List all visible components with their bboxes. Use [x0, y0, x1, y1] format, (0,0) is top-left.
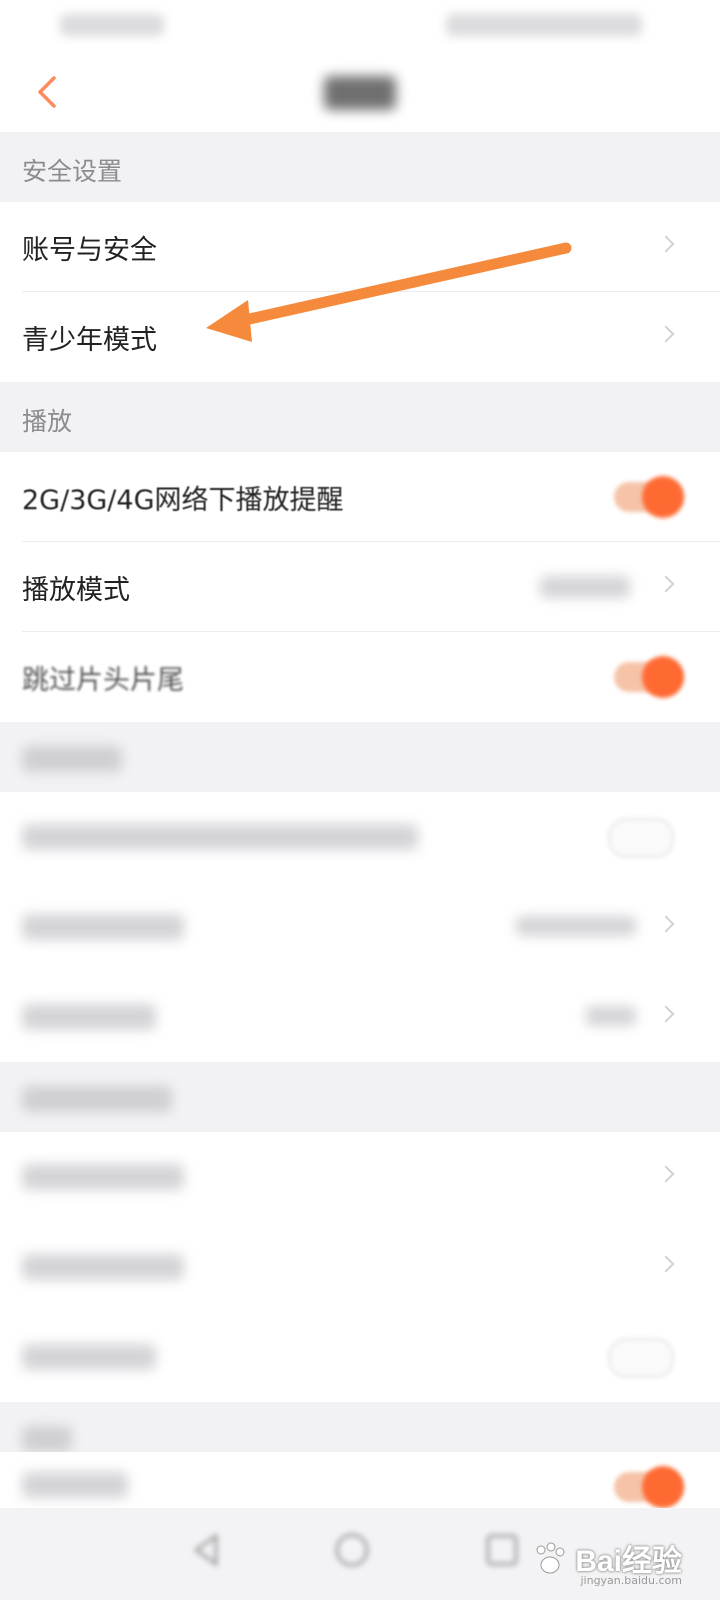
skip-intro-toggle[interactable] — [614, 656, 684, 698]
home-circle-icon[interactable] — [332, 1530, 372, 1570]
row-label: 2G/3G/4G网络下播放提醒 — [22, 485, 344, 516]
settings-row-skip-intro[interactable]: 跳过片头片尾 — [0, 632, 720, 722]
section-title-blur — [22, 746, 122, 772]
settings-row-blurred-3[interactable] — [0, 972, 720, 1062]
blurred-toggle-3[interactable] — [614, 1466, 684, 1508]
row-label-blur — [22, 1254, 184, 1280]
toggle-knob — [642, 476, 684, 518]
section-header-blurred-2 — [0, 1062, 720, 1132]
section-header-blurred-1 — [0, 722, 720, 792]
row-label: 青少年模式 — [22, 325, 157, 356]
system-nav-bar: Bai经验 jingyan.baidu.com — [0, 1508, 720, 1600]
chevron-right-icon — [657, 1005, 675, 1023]
section-title-blur — [22, 1426, 72, 1452]
watermark-url: jingyan.baidu.com — [580, 1574, 682, 1587]
row-value-blur — [516, 916, 636, 936]
chevron-right-icon — [657, 1165, 675, 1183]
play-mode-value-blur — [540, 576, 630, 598]
status-bar — [0, 0, 720, 50]
recents-square-icon[interactable] — [482, 1530, 522, 1570]
row-label-blur — [22, 1164, 184, 1190]
settings-row-teen-mode[interactable]: 青少年模式 — [0, 292, 720, 382]
row-label: 跳过片头片尾 — [22, 665, 184, 696]
settings-row-blurred-4[interactable] — [0, 1132, 720, 1222]
settings-row-play-mode[interactable]: 播放模式 — [0, 542, 720, 632]
blurred-toggle-2[interactable] — [608, 1338, 674, 1378]
row-label-blur — [22, 1472, 128, 1498]
row-label-blur — [22, 1004, 156, 1030]
back-button[interactable] — [30, 70, 70, 114]
row-label: 播放模式 — [22, 575, 130, 606]
row-label: 账号与安全 — [22, 235, 157, 266]
blurred-toggle-1[interactable] — [608, 818, 674, 858]
row-value-blur — [586, 1006, 636, 1026]
chevron-right-icon — [657, 575, 675, 593]
row-label-blur — [22, 1344, 156, 1370]
toggle-knob — [642, 1466, 684, 1508]
status-right-blur — [446, 14, 642, 36]
settings-row-blurred-6[interactable] — [0, 1312, 720, 1402]
chevron-left-icon — [38, 76, 56, 108]
settings-row-network-reminder[interactable]: 2G/3G/4G网络下播放提醒 — [0, 452, 720, 542]
status-left-blur — [60, 14, 164, 36]
paw-icon — [536, 1542, 565, 1574]
section-title-playback: 播放 — [22, 407, 73, 436]
settings-row-blurred-2[interactable] — [0, 882, 720, 972]
back-triangle-icon[interactable] — [186, 1530, 226, 1570]
baidu-jingyan-watermark: Bai经验 jingyan.baidu.com — [529, 1536, 682, 1587]
page-title — [324, 76, 396, 110]
section-title-security: 安全设置 — [22, 157, 123, 186]
nav-bar — [0, 50, 720, 132]
settings-row-blurred-5[interactable] — [0, 1222, 720, 1312]
chevron-right-icon — [657, 235, 675, 253]
row-label-blur — [22, 914, 184, 940]
chevron-right-icon — [657, 1255, 675, 1273]
section-title-blur — [22, 1086, 172, 1112]
network-reminder-toggle[interactable] — [614, 476, 684, 518]
chevron-right-icon — [657, 915, 675, 933]
toggle-knob — [642, 656, 684, 698]
section-header-security: 安全设置 — [0, 132, 720, 202]
row-label-blur — [22, 824, 418, 850]
settings-row-blurred-1[interactable] — [0, 792, 720, 882]
settings-row-account-security[interactable]: 账号与安全 — [0, 202, 720, 292]
chevron-right-icon — [657, 325, 675, 343]
section-header-playback: 播放 — [0, 382, 720, 452]
